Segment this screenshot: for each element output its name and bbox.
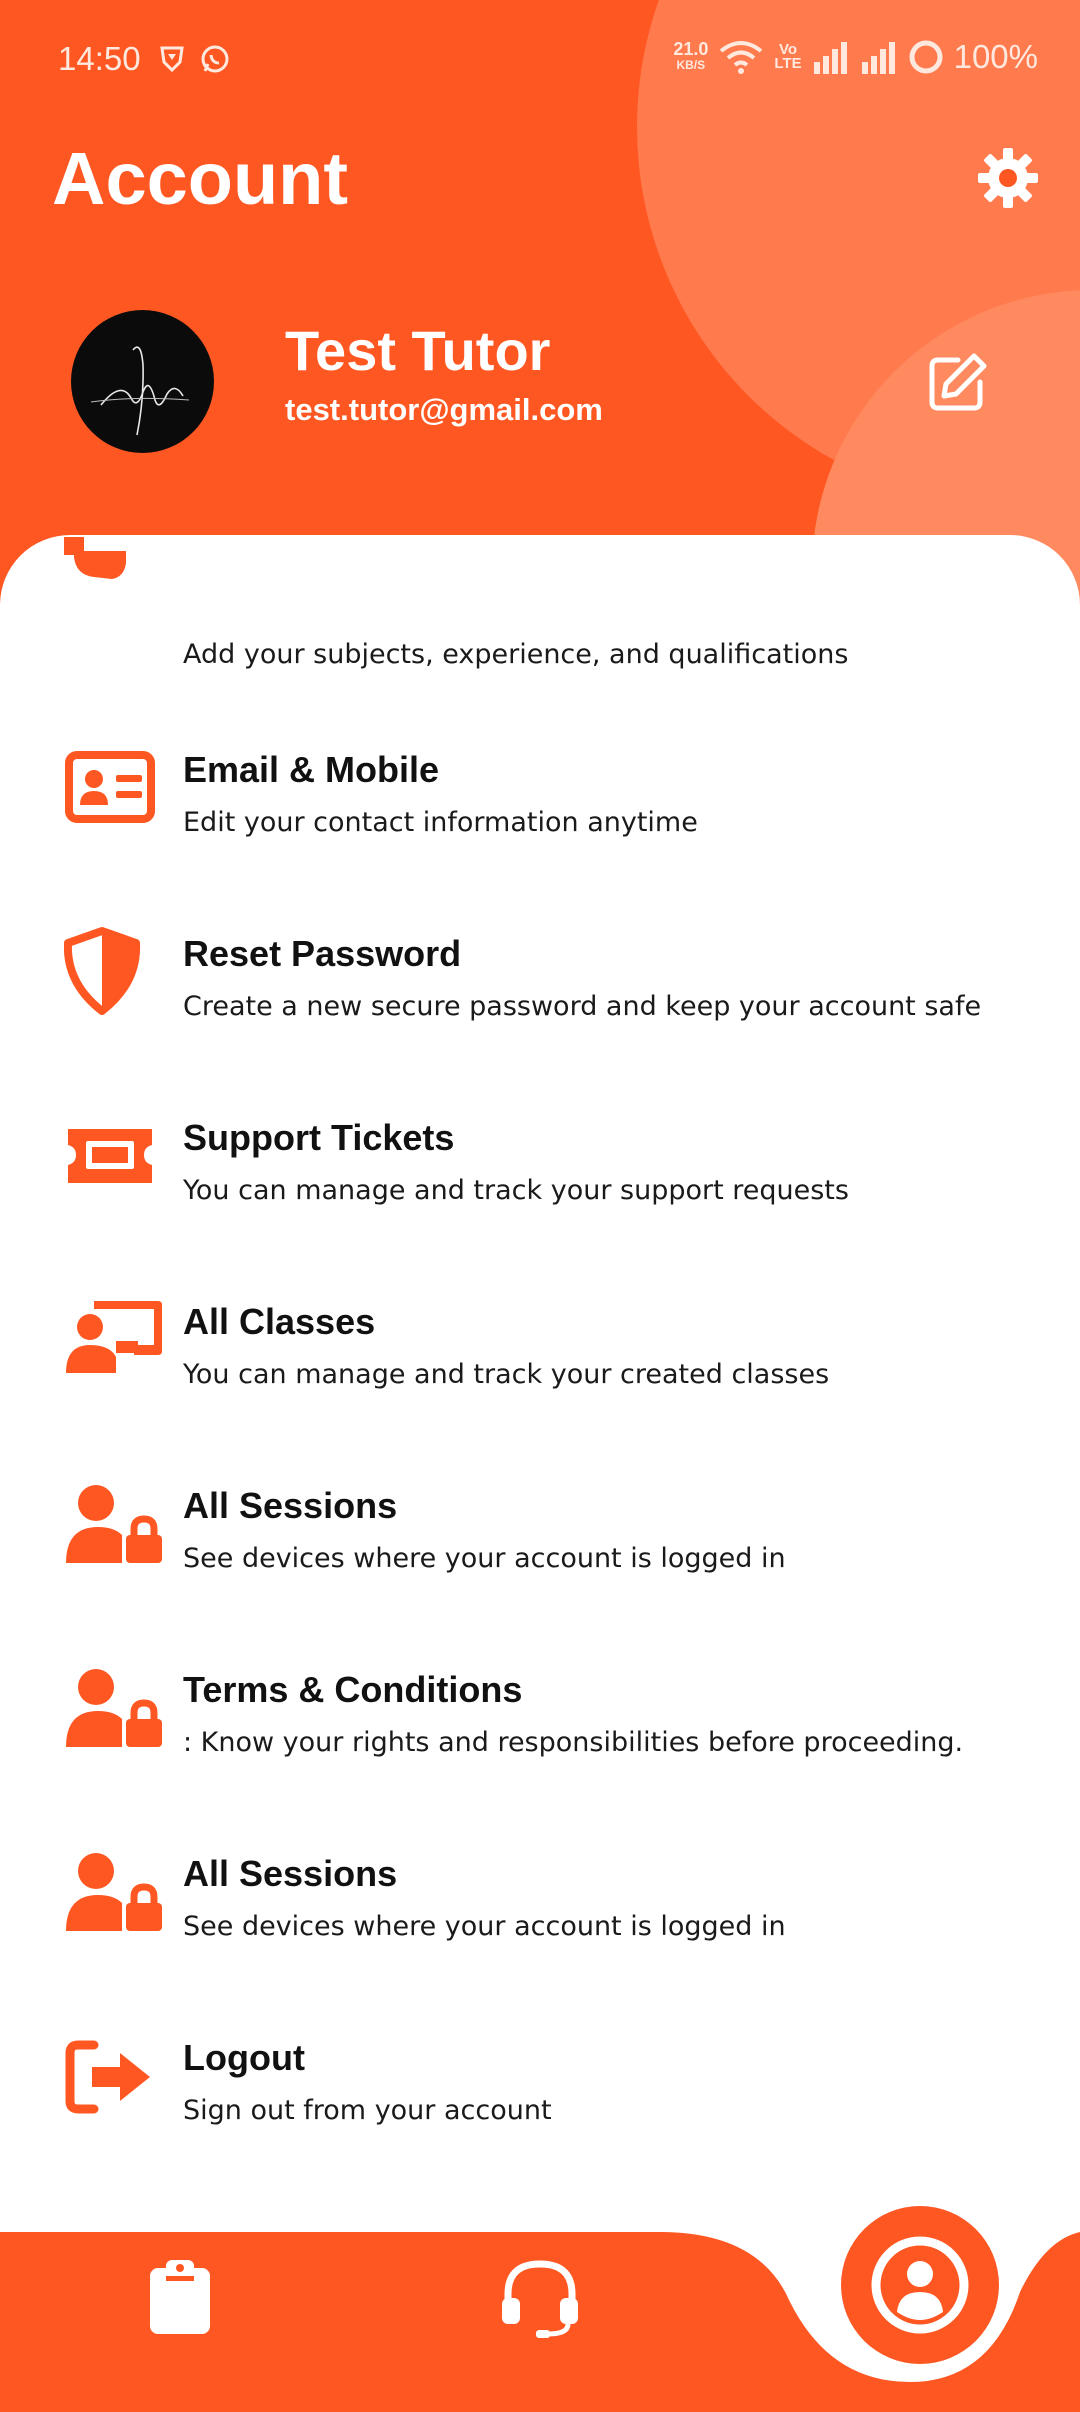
id-card-icon: [65, 751, 155, 823]
menu-item-subtitle: Edit your contact information anytime: [183, 807, 698, 838]
menu-item-title: Email & Mobile: [183, 749, 440, 790]
graduation-cap-icon: [64, 537, 126, 579]
signal-icon: [813, 42, 847, 74]
user-lock-icon: [66, 1853, 162, 1931]
profile-nav-button[interactable]: [841, 2206, 999, 2364]
menu-item-all-classes[interactable]: All Classes You can manage and track you…: [0, 1291, 1080, 1475]
menu-item-subtitle: You can manage and track your support re…: [183, 1175, 849, 1206]
logout-icon: [65, 2040, 150, 2114]
menu-item-title: Logout: [183, 2037, 305, 2078]
brave-icon: [160, 46, 184, 73]
menu-item-subtitle: Add your subjects, experience, and quali…: [183, 639, 849, 670]
menu-item-all-sessions[interactable]: All Sessions See devices where your acco…: [0, 1475, 1080, 1659]
user-lock-icon: [66, 1669, 162, 1747]
profile-email: test.tutor@gmail.com: [285, 392, 603, 427]
menu-item-title: Support Tickets: [183, 1117, 455, 1158]
user-circle-icon: [871, 2236, 969, 2334]
menu-item-email-mobile[interactable]: Email & Mobile Edit your contact informa…: [0, 739, 1080, 923]
clipboard-icon[interactable]: [148, 2258, 212, 2336]
status-bar: 14:50 21.0 KB/S Vo LTE 100%: [0, 0, 1080, 124]
menu-item-subtitle: Sign out from your account: [183, 2095, 552, 2126]
settings-gear-icon[interactable]: [976, 146, 1040, 210]
ticket-icon: [68, 1129, 152, 1183]
menu-item-qualifications[interactable]: Add your subjects, experience, and quali…: [0, 537, 1080, 739]
wifi-icon: [720, 41, 763, 74]
menu-item-subtitle: You can manage and track your created cl…: [183, 1359, 830, 1390]
headset-icon[interactable]: [500, 2258, 580, 2338]
status-time: 14:50: [58, 40, 141, 77]
menu-item-subtitle: : Know your rights and responsibilities …: [183, 1727, 964, 1758]
account-header: 14:50 21.0 KB/S Vo LTE 100% Account Test…: [0, 0, 1080, 620]
battery-level: 100%: [953, 38, 1038, 75]
menu-item-subtitle: See devices where your account is logged…: [183, 1543, 786, 1574]
menu-item-title: All Sessions: [183, 1853, 398, 1894]
menu-item-title: Reset Password: [183, 933, 462, 974]
battery-saver-icon: [909, 40, 943, 74]
edit-profile-icon[interactable]: [924, 350, 990, 416]
volte-indicator: Vo LTE: [774, 41, 802, 72]
menu-item-logout[interactable]: Logout Sign out from your account: [0, 2027, 1080, 2211]
menu-item-support-tickets[interactable]: Support Tickets You can manage and track…: [0, 1107, 1080, 1291]
whatsapp-icon: [201, 45, 229, 73]
signal-icon: [861, 42, 895, 74]
menu-item-subtitle: See devices where your account is logged…: [183, 1911, 786, 1942]
menu-item-terms-conditions[interactable]: Terms & Conditions : Know your rights an…: [0, 1659, 1080, 1843]
account-menu-sheet: Add your subjects, experience, and quali…: [0, 535, 1080, 2235]
signature-image: [90, 346, 190, 436]
menu-item-title: Terms & Conditions: [183, 1669, 523, 1710]
avatar[interactable]: [71, 310, 214, 453]
profile-name: Test Tutor: [285, 319, 551, 382]
menu-item-subtitle: Create a new secure password and keep yo…: [183, 991, 982, 1022]
menu-item-title: All Classes: [183, 1301, 376, 1342]
chalkboard-teacher-icon: [66, 1301, 162, 1373]
page-title: Account: [52, 137, 348, 220]
menu-item-title: All Sessions: [183, 1485, 398, 1526]
user-lock-icon: [66, 1485, 162, 1563]
net-speed: 21.0 KB/S: [673, 39, 709, 72]
shield-icon: [64, 927, 141, 1015]
menu-item-all-sessions[interactable]: All Sessions See devices where your acco…: [0, 1843, 1080, 2027]
menu-item-reset-password[interactable]: Reset Password Create a new secure passw…: [0, 923, 1080, 1107]
